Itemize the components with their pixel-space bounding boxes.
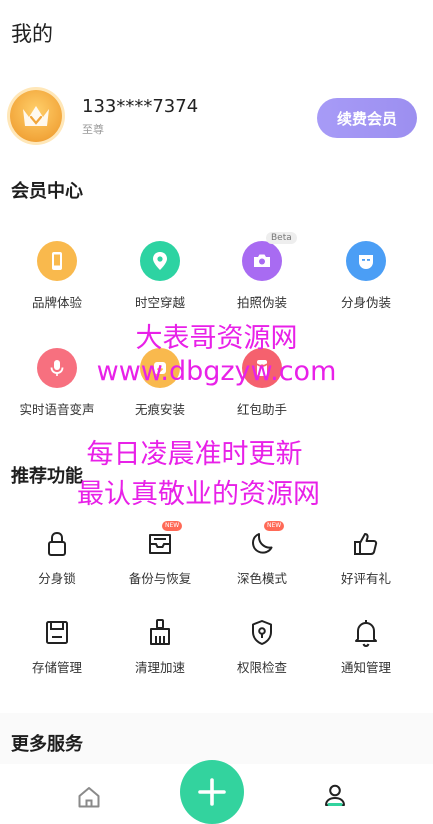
floppy-disk-icon <box>46 621 68 644</box>
recommended-title: 推荐功能 <box>11 466 83 487</box>
add-floating-button[interactable] <box>180 760 244 824</box>
member-item-label: 品牌体验 <box>31 295 82 310</box>
member-item-clone-disguise[interactable]: 分身伪装 <box>312 241 420 311</box>
bell-icon <box>355 620 377 648</box>
feature-clone-lock[interactable]: 分身锁 <box>3 526 111 587</box>
feature-label: 存储管理 <box>31 660 82 675</box>
more-services-title: 更多服务 <box>11 734 83 755</box>
member-item-label: 拍照伪装 <box>236 295 287 310</box>
phone-icon <box>52 252 62 270</box>
page-title: 我的 <box>11 22 53 46</box>
microphone-icon <box>50 360 64 376</box>
feature-cleanup-boost[interactable]: 清理加速 <box>106 615 214 676</box>
feature-label: 分身锁 <box>38 571 76 586</box>
member-item-voice-changer[interactable]: 实时语音变声 <box>3 348 111 418</box>
feature-label: 通知管理 <box>340 660 391 675</box>
member-item-brand-experience[interactable]: 品牌体验 <box>3 241 111 311</box>
feature-label: 备份与恢复 <box>128 571 192 586</box>
member-level: 至尊 <box>82 123 104 136</box>
member-item-label: 时空穿越 <box>134 295 185 310</box>
feature-label: 好评有礼 <box>340 571 391 586</box>
member-item-red-envelope[interactable]: 红包助手 <box>208 348 316 418</box>
feature-dark-mode[interactable]: NEW 深色模式 <box>208 521 316 587</box>
red-envelope-icon <box>256 360 268 376</box>
crown-icon <box>23 106 49 126</box>
member-item-photo-disguise[interactable]: Beta 拍照伪装 <box>208 232 316 311</box>
member-center-title: 会员中心 <box>11 181 83 202</box>
member-item-label: 实时语音变声 <box>19 402 95 417</box>
phone-number: 133****7374 <box>82 96 199 117</box>
feature-label: 清理加速 <box>134 660 185 675</box>
tab-home[interactable] <box>76 784 102 810</box>
member-item-label: 红包助手 <box>236 402 287 417</box>
add-icon <box>198 778 226 806</box>
member-item-label: 无痕安装 <box>134 402 185 417</box>
tab-profile[interactable] <box>322 782 348 808</box>
location-pin-icon <box>153 252 167 270</box>
broom-icon <box>150 619 170 645</box>
feature-storage-management[interactable]: 存储管理 <box>3 615 111 676</box>
mask-icon <box>359 255 373 269</box>
moon-icon <box>252 533 273 554</box>
inbox-icon <box>149 534 171 554</box>
shield-icon <box>252 620 272 645</box>
user-icon <box>325 784 345 806</box>
feature-label: 权限检查 <box>236 660 287 675</box>
renew-membership-button[interactable]: 续费会员 <box>317 98 417 138</box>
member-item-label: 分身伪装 <box>340 295 391 310</box>
avatar[interactable] <box>10 90 62 142</box>
member-item-time-travel[interactable]: 时空穿越 <box>106 241 214 311</box>
camera-icon <box>254 254 270 267</box>
feature-label: 深色模式 <box>236 571 287 586</box>
feature-backup-restore[interactable]: NEW 备份与恢复 <box>106 521 214 587</box>
member-item-silent-install[interactable]: 无痕安装 <box>106 348 214 418</box>
feature-rating-reward[interactable]: 好评有礼 <box>312 526 420 587</box>
new-badge: NEW <box>264 521 285 531</box>
beta-badge: Beta <box>266 232 297 244</box>
thumbs-up-icon <box>354 533 378 555</box>
feature-permission-check[interactable]: 权限检查 <box>208 615 316 676</box>
home-icon <box>78 787 100 808</box>
new-badge: NEW <box>162 521 183 531</box>
install-icon <box>154 362 166 374</box>
profile-card: 133****7374 至尊 续费会员 <box>0 84 433 148</box>
feature-notification-management[interactable]: 通知管理 <box>312 615 420 676</box>
lock-icon <box>48 531 66 556</box>
